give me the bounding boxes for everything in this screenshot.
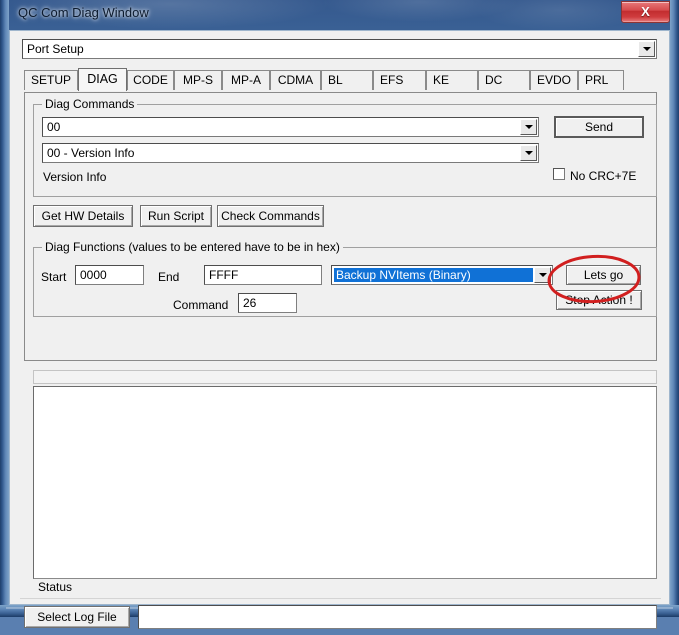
- tab-mp-a[interactable]: MP-A: [222, 70, 270, 90]
- window-title: QC Com Diag Window: [18, 5, 149, 20]
- send-button[interactable]: Send: [554, 116, 644, 138]
- chevron-down-icon[interactable]: [638, 41, 655, 57]
- window-frame-right: [670, 0, 679, 617]
- port-setup-combo[interactable]: Port Setup: [22, 39, 657, 59]
- start-input[interactable]: 0000: [75, 265, 144, 285]
- close-button[interactable]: X: [621, 1, 670, 23]
- progress-bar: [33, 370, 657, 384]
- diag-command-info-label: Version Info: [43, 170, 107, 184]
- no-crc-checkbox[interactable]: [553, 168, 565, 180]
- stop-action-button[interactable]: Stop Action !: [556, 290, 642, 310]
- tab-setup[interactable]: SETUP: [24, 70, 78, 90]
- diag-function-combo[interactable]: Backup NVItems (Binary): [331, 265, 553, 285]
- tab-diag[interactable]: DIAG: [78, 68, 127, 91]
- close-icon: X: [641, 4, 650, 19]
- chevron-down-icon[interactable]: [520, 119, 537, 135]
- start-label: Start: [41, 270, 67, 284]
- get-hw-details-button[interactable]: Get HW Details: [33, 205, 133, 227]
- output-textarea[interactable]: [33, 386, 657, 579]
- lets-go-button[interactable]: Lets go: [566, 265, 641, 285]
- no-crc-label: No CRC+7E: [570, 169, 637, 183]
- end-input[interactable]: FFFF: [204, 265, 322, 285]
- run-script-button[interactable]: Run Script: [140, 205, 212, 227]
- tab-dc[interactable]: DC: [478, 70, 530, 90]
- log-file-path-input[interactable]: [138, 605, 657, 629]
- command-label: Command: [173, 298, 229, 312]
- tab-evdo[interactable]: EVDO: [530, 70, 578, 90]
- tab-ke[interactable]: KE: [426, 70, 478, 90]
- qc-com-diag-window: QC Com Diag Window X Port Setup SETUP DI…: [0, 0, 679, 629]
- diag-command-combo[interactable]: 00: [42, 117, 539, 137]
- chevron-down-icon[interactable]: [520, 145, 537, 161]
- diag-functions-group-label: Diag Functions (values to be entered hav…: [42, 240, 343, 254]
- diag-function-combo-value: Backup NVItems (Binary): [334, 268, 533, 282]
- status-label: Status: [38, 580, 73, 594]
- title-bar[interactable]: QC Com Diag Window X: [0, 0, 679, 30]
- window-frame-left: [0, 0, 9, 617]
- select-log-file-button[interactable]: Select Log File: [24, 606, 130, 628]
- diag-command-combo-value: 00: [47, 120, 61, 134]
- diag-command-description-combo[interactable]: 00 - Version Info: [42, 143, 539, 163]
- diag-command-description-value: 00 - Version Info: [47, 146, 135, 160]
- end-label: End: [158, 270, 180, 284]
- tab-mp-s[interactable]: MP-S: [174, 70, 222, 90]
- check-commands-button[interactable]: Check Commands: [217, 205, 324, 227]
- tab-prl[interactable]: PRL: [578, 70, 624, 90]
- tab-cdma[interactable]: CDMA: [270, 70, 321, 90]
- client-area: Port Setup SETUP DIAG CODE MP-S MP-A CDM…: [9, 30, 670, 629]
- tab-code[interactable]: CODE: [127, 70, 174, 90]
- command-input[interactable]: 26: [238, 293, 297, 313]
- tab-efs[interactable]: EFS: [373, 70, 426, 90]
- chevron-down-icon[interactable]: [534, 267, 551, 283]
- tab-bl[interactable]: BL: [321, 70, 373, 90]
- port-setup-combo-value: Port Setup: [27, 42, 84, 56]
- diag-commands-group-label: Diag Commands: [42, 97, 138, 111]
